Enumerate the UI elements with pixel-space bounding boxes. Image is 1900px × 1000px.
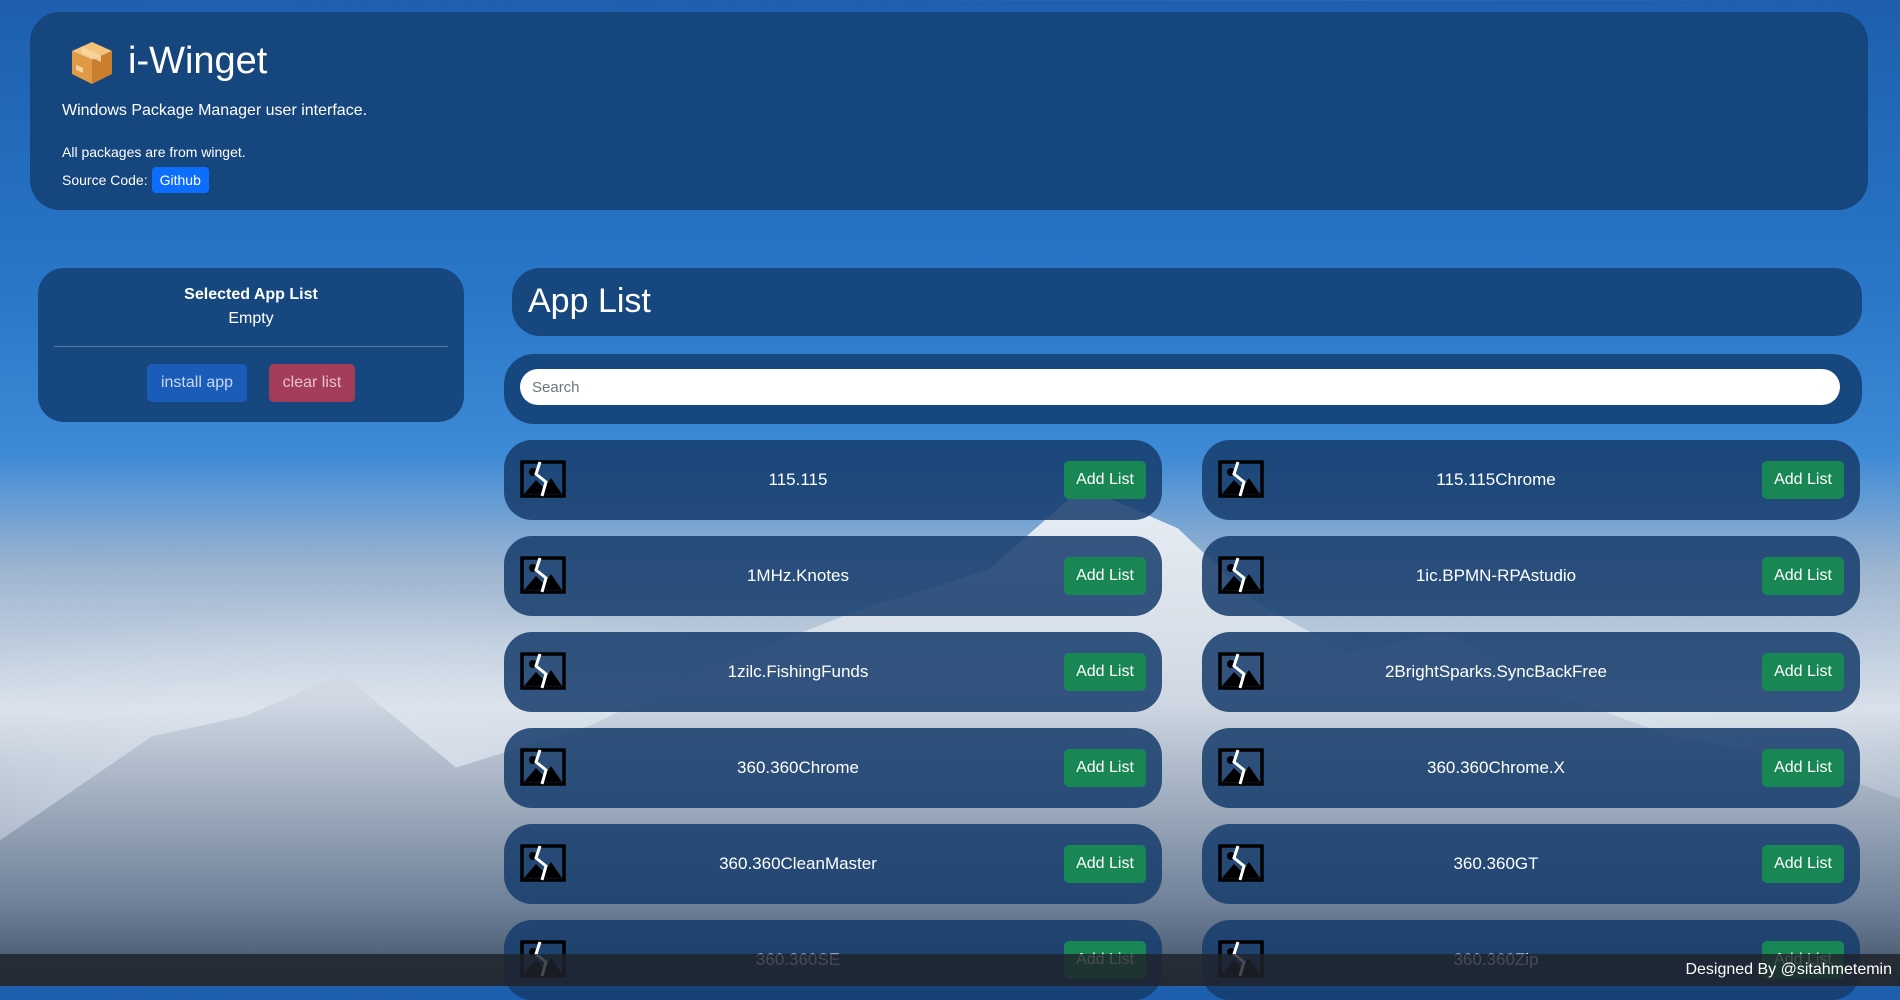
add-list-button[interactable]: Add List (1762, 845, 1844, 883)
app-name: 360.360Chrome (737, 758, 859, 777)
app-name: 360.360Chrome.X (1427, 758, 1565, 777)
source-info-text: All packages are from winget. (62, 144, 246, 160)
footer: Designed By @sitahmetemin (0, 954, 1900, 986)
add-list-button[interactable]: Add List (1762, 557, 1844, 595)
add-list-button[interactable]: Add List (1762, 749, 1844, 787)
header-card: i-Winget Windows Package Manager user in… (30, 12, 1868, 210)
selected-list-title: Selected App List (184, 286, 318, 303)
app-card: 1ic.BPMN-RPAstudio Add List (1202, 536, 1860, 616)
source-code-label: Source Code: (62, 172, 148, 188)
image-placeholder-icon (520, 652, 566, 690)
app-card: 360.360CleanMaster Add List (504, 824, 1162, 904)
add-list-button[interactable]: Add List (1064, 557, 1146, 595)
app-name: 115.115Chrome (1436, 470, 1556, 489)
selected-list-status: Empty (228, 310, 274, 327)
source-code-row: Source Code: Github (62, 167, 209, 193)
add-list-button[interactable]: Add List (1064, 653, 1146, 691)
app-name: 1zilc.FishingFunds (727, 662, 869, 681)
add-list-button[interactable]: Add List (1064, 461, 1146, 499)
app-card: 1MHz.Knotes Add List (504, 536, 1162, 616)
app-card: 360.360Chrome Add List (504, 728, 1162, 808)
image-placeholder-icon (520, 844, 566, 882)
designer-credit: Designed By @sitahmetemin (1685, 961, 1892, 978)
selected-app-list-card: Selected App List Empty install app clea… (38, 268, 464, 422)
app-name: 2BrightSparks.SyncBackFree (1384, 662, 1608, 681)
app-card: 115.115Chrome Add List (1202, 440, 1860, 520)
github-button[interactable]: Github (151, 167, 209, 193)
image-placeholder-icon (1218, 844, 1264, 882)
app-card: 2BrightSparks.SyncBackFree Add List (1202, 632, 1860, 712)
image-placeholder-icon (520, 460, 566, 498)
app-card: 1zilc.FishingFunds Add List (504, 632, 1162, 712)
app-name: 1ic.BPMN-RPAstudio (1415, 566, 1577, 585)
divider (54, 346, 448, 347)
add-list-button[interactable]: Add List (1064, 845, 1146, 883)
package-box-icon (72, 42, 112, 84)
install-app-button[interactable]: install app (147, 364, 247, 402)
image-placeholder-icon (1218, 460, 1264, 498)
search-input[interactable] (520, 369, 1840, 405)
image-placeholder-icon (520, 556, 566, 594)
add-list-button[interactable]: Add List (1762, 461, 1844, 499)
app-list-header: App List (512, 268, 1862, 336)
image-placeholder-icon (1218, 556, 1264, 594)
search-card (504, 354, 1862, 424)
image-placeholder-icon (520, 748, 566, 786)
app-name: 360.360GT (1453, 854, 1539, 873)
app-subtitle: Windows Package Manager user interface. (62, 102, 368, 119)
app-list-title: App List (528, 282, 651, 320)
app-card: 115.115 Add List (504, 440, 1162, 520)
app-name: 360.360CleanMaster (719, 854, 877, 873)
app-title: i-Winget (128, 40, 268, 82)
app-card: 360.360Chrome.X Add List (1202, 728, 1860, 808)
image-placeholder-icon (1218, 748, 1264, 786)
image-placeholder-icon (1218, 652, 1264, 690)
clear-list-button[interactable]: clear list (269, 364, 355, 402)
app-card: 360.360GT Add List (1202, 824, 1860, 904)
add-list-button[interactable]: Add List (1762, 653, 1844, 691)
app-name: 115.115 (768, 470, 828, 489)
app-name: 1MHz.Knotes (746, 566, 850, 585)
add-list-button[interactable]: Add List (1064, 749, 1146, 787)
